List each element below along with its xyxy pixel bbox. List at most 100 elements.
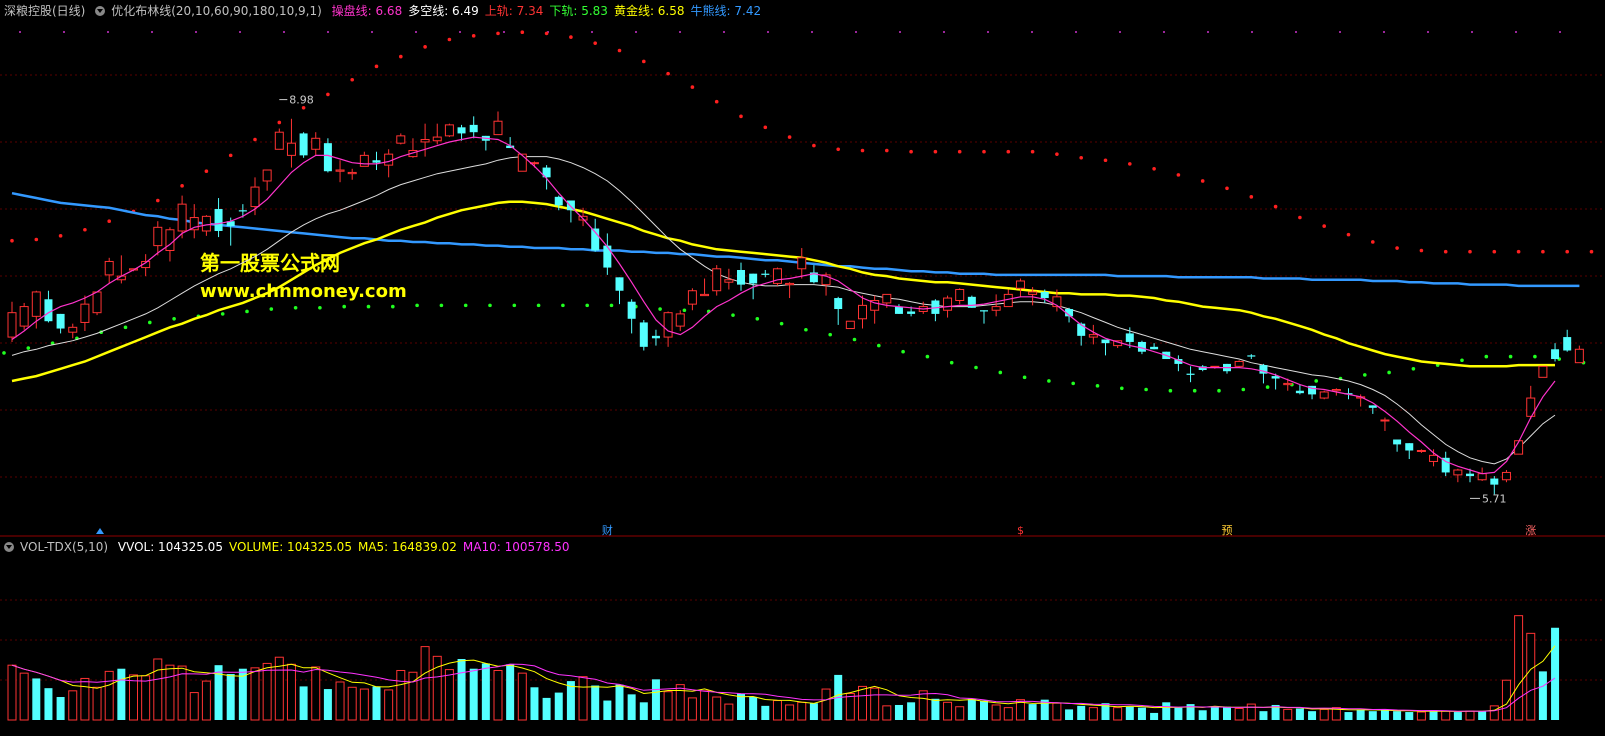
signal-dot: [1031, 31, 1033, 33]
volume-bar-up: [687, 697, 697, 721]
lower-band-dot: [1387, 370, 1391, 375]
lower-band-dot: [1168, 388, 1173, 393]
volume-bar-up: [444, 669, 454, 721]
volume-bar-up: [882, 705, 892, 721]
volume-bar-down: [1308, 711, 1317, 720]
lower-band-dot: [123, 325, 128, 330]
volume-bar-up: [1319, 708, 1329, 721]
candle-body-up: [286, 142, 296, 156]
signal-dot: [591, 31, 593, 33]
upper-band-dot: [812, 143, 816, 148]
upper-band-dot: [1055, 152, 1059, 156]
volume-bar-down: [1551, 627, 1560, 720]
lower-band-dot: [463, 303, 468, 308]
candle-body-up: [1028, 291, 1038, 295]
volume-bar-up: [1052, 702, 1062, 721]
upper-band-dot: [860, 148, 865, 153]
lower-band-dot: [1095, 384, 1100, 388]
candle-body-up: [1574, 348, 1584, 364]
volume-bar-up: [1088, 707, 1098, 721]
signal-dot: [107, 31, 109, 33]
candle-body-up: [1380, 419, 1390, 422]
signal-dot: [855, 31, 857, 33]
lower-band-dot: [1460, 358, 1464, 363]
upper-band-dot: [787, 135, 792, 139]
candle-body-down: [56, 313, 65, 329]
upper-band-dot: [156, 198, 160, 203]
upper-band-dot: [471, 34, 476, 38]
candle-body-up: [687, 290, 697, 305]
candle-body-up: [444, 124, 454, 137]
candle-body-down: [1295, 390, 1304, 394]
lower-band-dot: [779, 321, 784, 326]
signal-dot: [1339, 31, 1341, 33]
volume-bar-down: [1137, 707, 1146, 720]
volume-bar-up: [785, 704, 795, 721]
candle-body-up: [250, 186, 260, 208]
upper-band-dot: [1468, 249, 1472, 254]
volume-bar-down: [457, 658, 466, 720]
volume-bar-down: [591, 685, 600, 720]
volume-bar-up: [772, 700, 782, 721]
lower-band-dot: [366, 304, 371, 309]
candle-body-down: [323, 143, 332, 172]
upper-band-dot: [714, 99, 719, 104]
candle-body-up: [517, 153, 527, 172]
volume-bar-up: [858, 685, 867, 721]
lower-band-dot: [1314, 379, 1318, 383]
upper-band-dot: [34, 237, 39, 242]
candle-body-up: [955, 289, 965, 301]
upper-band-dot: [399, 54, 403, 59]
lower-band-dot: [148, 320, 152, 325]
volume-bar-up: [724, 703, 734, 721]
candle-body-down: [749, 273, 758, 284]
candle-body-down: [834, 298, 843, 310]
upper-band-dot: [1541, 249, 1545, 254]
volume-bar-down: [1295, 708, 1304, 720]
upper-band-dot: [593, 41, 597, 45]
candle-body-down: [1551, 349, 1560, 360]
volume-bar-down: [1210, 706, 1219, 720]
upper-band-dot: [957, 149, 962, 154]
upper-band-dot: [1249, 195, 1254, 199]
volume-bar-up: [201, 680, 211, 721]
lower-band-dot: [1508, 354, 1513, 359]
lower-band-dot: [26, 346, 31, 350]
candle-body-up: [311, 137, 321, 150]
candle-body-down: [1101, 339, 1110, 344]
candle-body-down: [1368, 405, 1377, 408]
event-arrow-icon: [96, 528, 104, 534]
upper-band-dot: [10, 238, 14, 243]
candle-body-up: [104, 260, 114, 276]
volume-bar-up: [286, 663, 296, 721]
upper-band-dot: [228, 153, 233, 158]
volume-bar-down: [639, 702, 648, 720]
candle-body-up: [1501, 471, 1511, 481]
upper-band-dot: [350, 77, 355, 82]
volume-bar-up: [712, 696, 722, 721]
candle-body-down: [1040, 291, 1049, 299]
lower-band-dot: [1484, 354, 1489, 359]
upper-band-dot: [277, 120, 282, 125]
volume-bar-down: [481, 663, 490, 720]
candle-body-up: [1331, 389, 1341, 392]
volume-bar-up: [250, 667, 260, 721]
volume-bar-down: [907, 702, 916, 720]
signal-dot: [371, 31, 373, 33]
candle-body-down: [1150, 346, 1159, 350]
candle-body-down: [907, 311, 916, 314]
volume-bar-down: [1077, 705, 1086, 720]
signal-dot: [1207, 31, 1209, 33]
lower-band-dot: [512, 303, 517, 308]
candle-body-up: [92, 291, 102, 314]
kline-chart[interactable]: 8.98 5.71 财 $ 预 涨: [0, 0, 1605, 736]
volume-bar-up: [7, 664, 17, 721]
signal-dot: [899, 31, 901, 33]
candle-body-up: [347, 171, 357, 175]
candle-body-up: [1319, 391, 1329, 399]
volume-bar-up: [1514, 615, 1524, 721]
upper-band-dot: [617, 48, 622, 53]
lower-band-dot: [974, 365, 978, 370]
candle-body-up: [80, 303, 90, 323]
volume-bar-down: [226, 674, 235, 720]
